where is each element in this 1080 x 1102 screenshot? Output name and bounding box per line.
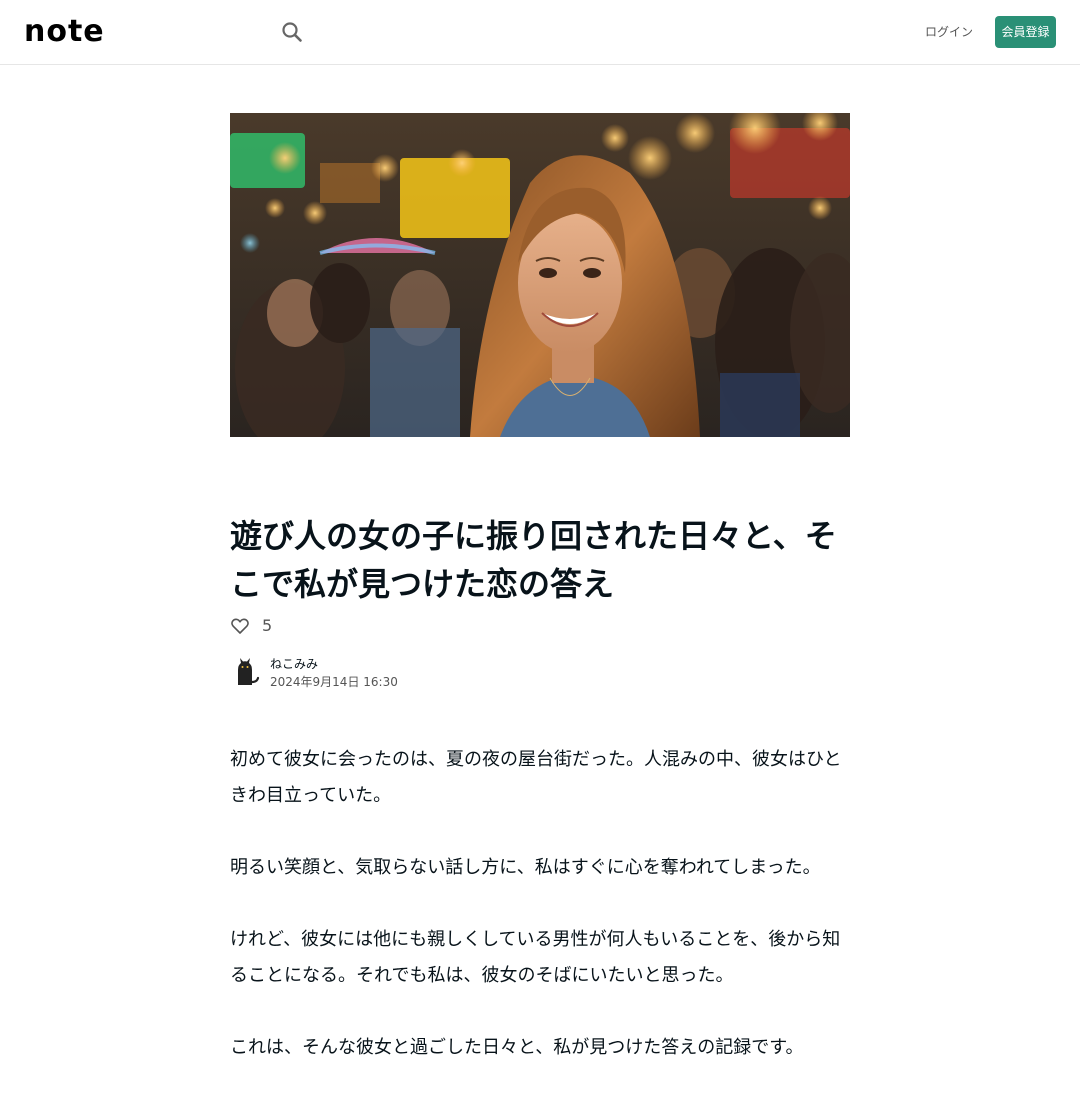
cover-image — [230, 113, 850, 437]
body-paragraph: 初めて彼女に会ったのは、夏の夜の屋台街だった。人混みの中、彼女はひときわ目立って… — [230, 749, 842, 806]
body-paragraph: 明るい笑顔と、気取らない話し方に、私はすぐに心を奪われてしまった。 — [230, 857, 821, 878]
search-button[interactable] — [278, 18, 306, 46]
search-icon — [282, 22, 302, 42]
cover-photo — [230, 113, 850, 437]
post-date: 2024年9月14日 16:30 — [270, 675, 398, 689]
login-link[interactable]: ログイン — [922, 22, 976, 42]
like-count: 5 — [262, 616, 273, 635]
site-header: note ログイン 会員登録 — [0, 0, 1080, 65]
black-cat-icon — [238, 658, 260, 685]
article-title: 遊び人の女の子に振り回された日々と、そこで私が見つけた恋の答え — [230, 517, 837, 603]
author-avatar[interactable] — [230, 656, 260, 686]
body-paragraph: これは、そんな彼女と過ごした日々と、私が見つけた答えの記録です。 — [230, 1037, 804, 1058]
like-button[interactable] — [230, 616, 250, 636]
note-logo[interactable]: note — [24, 16, 105, 48]
heart-icon — [231, 618, 249, 634]
article-body: 初めて彼女に会ったのは、夏の夜の屋台街だった。人混みの中、彼女はひときわ目立って… — [230, 742, 850, 1102]
body-paragraph: けれど、彼女には他にも親しくしている男性が何人もいることを、後から知ることになる… — [230, 929, 841, 986]
signup-button[interactable]: 会員登録 — [995, 16, 1056, 48]
author-info: ねこみみ 2024年9月14日 16:30 — [230, 656, 630, 692]
author-name[interactable]: ねこみみ — [270, 656, 318, 672]
